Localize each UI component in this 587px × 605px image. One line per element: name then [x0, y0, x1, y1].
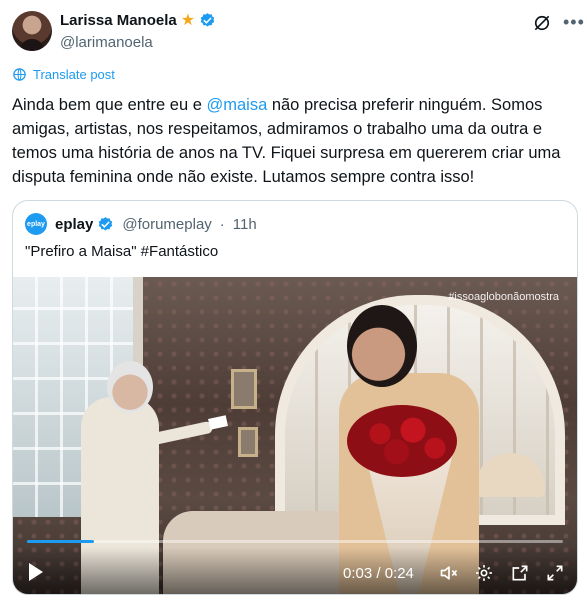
star-icon: ★ — [180, 11, 196, 29]
post-text-start: Ainda bem que entre eu e — [12, 96, 207, 114]
video-watermark: #issoaglobonãomostra — [448, 291, 559, 303]
video-frame-picture — [231, 369, 257, 409]
quoted-separator: · — [219, 215, 225, 233]
video-frame-roses — [347, 405, 457, 477]
video-frame-young-woman-head — [347, 305, 417, 387]
video-player[interactable]: #issoaglobonãomostra 0:03 / 0:24 — [13, 277, 577, 594]
grok-icon[interactable] — [532, 13, 552, 33]
video-time: 0:03 / 0:24 — [343, 565, 414, 582]
verified-badge-icon — [200, 13, 215, 27]
play-icon[interactable] — [29, 563, 43, 581]
pip-icon[interactable] — [510, 563, 530, 583]
author-avatar[interactable] — [12, 11, 52, 51]
video-progress-bar[interactable] — [27, 540, 563, 543]
fullscreen-icon[interactable] — [545, 563, 565, 583]
translate-post-row[interactable]: Translate post — [12, 67, 115, 82]
quoted-timestamp[interactable]: 11h — [233, 216, 257, 233]
verified-badge-icon — [99, 216, 113, 231]
more-icon[interactable]: ••• — [563, 12, 585, 33]
quoted-avatar[interactable]: eplay — [25, 213, 47, 235]
video-frame-older-woman-head — [107, 361, 153, 413]
quoted-display-name[interactable]: eplay — [55, 216, 93, 233]
author-display-name[interactable]: Larissa Manoela — [60, 12, 177, 29]
translate-icon — [13, 68, 26, 81]
translate-post-link[interactable]: Translate post — [33, 67, 115, 82]
video-progress-fill — [27, 540, 94, 543]
author-name-row: Larissa Manoela ★ — [60, 12, 216, 29]
gear-icon[interactable] — [474, 563, 494, 583]
video-frame-picture — [238, 427, 258, 457]
quoted-post-text: "Prefiro a Maisa" #Fantástico — [25, 243, 219, 260]
mute-icon[interactable] — [439, 563, 459, 583]
post-text: Ainda bem que entre eu e @maisa não prec… — [12, 93, 578, 189]
quoted-handle[interactable]: @forumeplay — [122, 216, 211, 233]
quoted-post-header: eplay eplay @forumeplay · 11h — [25, 213, 257, 235]
mention-link[interactable]: @maisa — [206, 96, 267, 114]
quoted-post-card[interactable]: eplay eplay @forumeplay · 11h "Prefiro a… — [12, 200, 578, 595]
author-handle[interactable]: @larimanoela — [60, 34, 153, 51]
